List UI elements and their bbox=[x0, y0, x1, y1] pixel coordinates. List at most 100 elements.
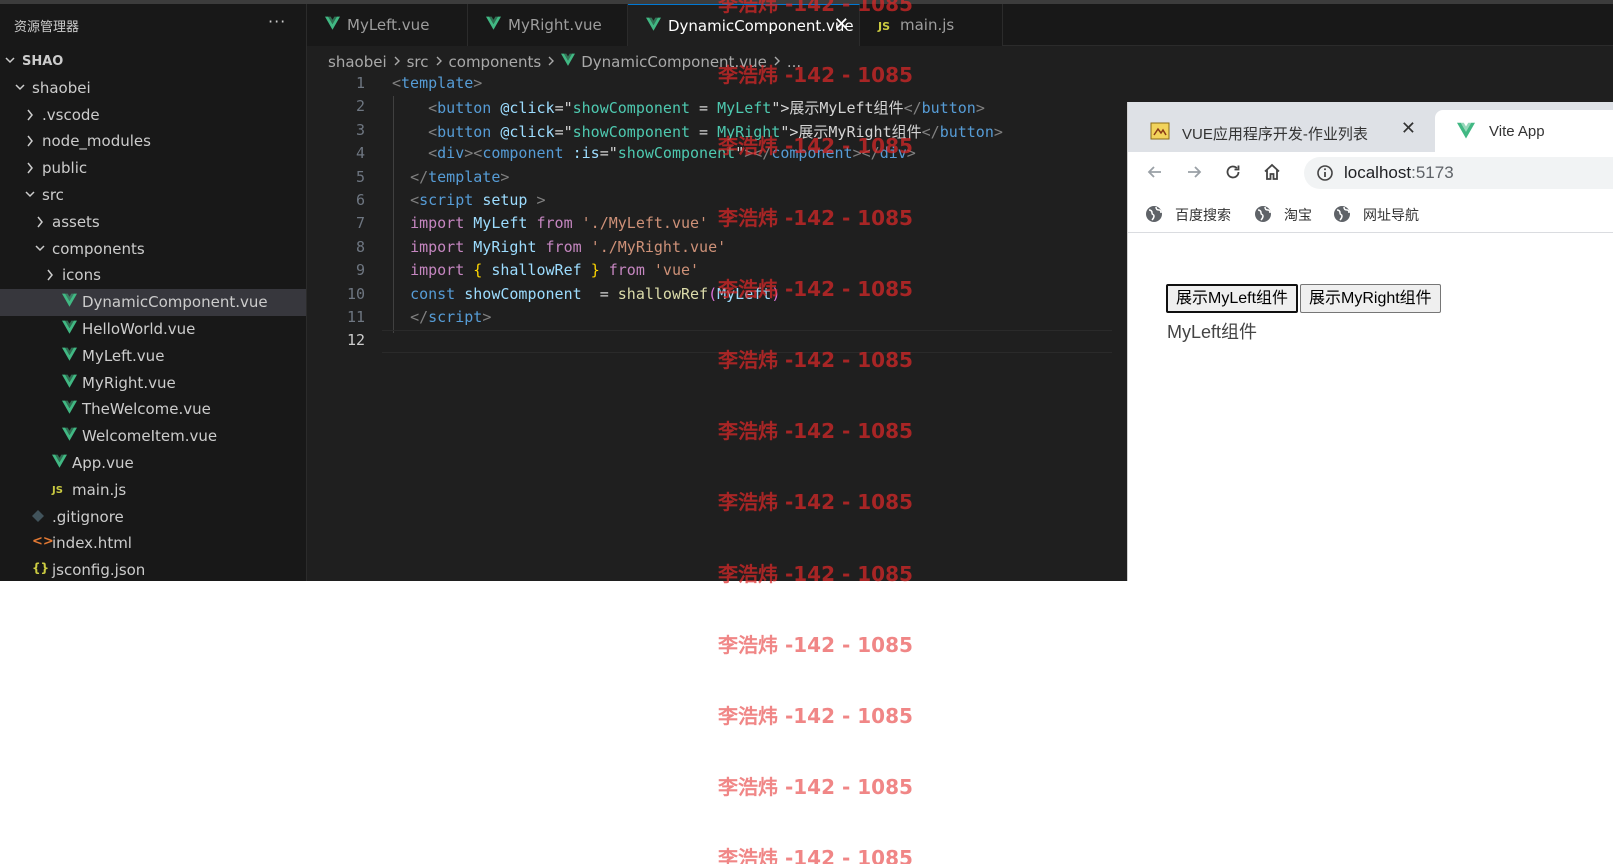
watermark-text: 李浩炜 -142 - 1085 bbox=[718, 490, 913, 515]
tree-item-label: components bbox=[52, 239, 145, 258]
home-icon[interactable] bbox=[1262, 162, 1282, 182]
chevron-down-icon[interactable] bbox=[24, 187, 36, 203]
globe-icon bbox=[1145, 205, 1163, 223]
vue-file-icon bbox=[486, 16, 502, 32]
browser-tab-strip: VUE应用程序开发-作业列表 ✕ Vite App bbox=[1128, 102, 1613, 152]
tree-item-label: main.js bbox=[72, 480, 127, 499]
watermark-text: 李浩炜 -142 - 1085 bbox=[718, 775, 913, 800]
tree-item[interactable]: node_modules bbox=[0, 128, 306, 155]
js-file-icon: JS bbox=[878, 20, 891, 33]
chevron-right-icon bbox=[547, 53, 555, 71]
browser-tab[interactable]: Vite App bbox=[1435, 110, 1613, 152]
tree-item-label: .vscode bbox=[42, 105, 100, 124]
tree-item[interactable]: App.vue bbox=[0, 450, 306, 477]
tree-item[interactable]: MyLeft.vue bbox=[0, 343, 306, 370]
code-text: </script> bbox=[410, 308, 492, 326]
bookmark-item[interactable]: 百度搜索 bbox=[1145, 203, 1255, 225]
watermark-text: 李浩炜 -142 - 1085 bbox=[718, 846, 913, 864]
vue-file-icon bbox=[62, 374, 78, 392]
tree-item[interactable]: .gitignore bbox=[0, 504, 306, 531]
chevron-down-icon[interactable] bbox=[34, 241, 46, 257]
chevron-right-icon[interactable] bbox=[34, 214, 46, 230]
bookmark-item[interactable]: 网址导航 bbox=[1333, 203, 1443, 225]
tree-item[interactable]: JS main.js bbox=[0, 477, 306, 504]
bookmark-label: 网址导航 bbox=[1363, 207, 1419, 223]
editor-tab-label: main.js bbox=[900, 16, 955, 34]
line-number: 6 bbox=[355, 191, 365, 209]
tree-item[interactable]: .vscode bbox=[0, 102, 306, 129]
chevron-right-icon[interactable] bbox=[24, 133, 36, 149]
tree-item[interactable]: icons bbox=[0, 262, 306, 289]
tree-item[interactable]: <> index.html bbox=[0, 530, 306, 557]
tree-item[interactable]: shaobei bbox=[0, 75, 306, 102]
tree-item[interactable]: MyRight.vue bbox=[0, 370, 306, 397]
breadcrumb-item[interactable]: shaobei bbox=[328, 53, 387, 71]
editor-tab-label: DynamicComponent.vue bbox=[668, 17, 854, 35]
browser-window: VUE应用程序开发-作业列表 ✕ Vite App localhost:5173 百… bbox=[1127, 102, 1613, 581]
tree-item[interactable]: TheWelcome.vue bbox=[0, 396, 306, 423]
tree-item[interactable]: SHAO bbox=[0, 48, 306, 75]
vue-file-icon bbox=[325, 16, 341, 32]
vue-file-icon bbox=[62, 347, 78, 365]
html-file-icon: <> bbox=[32, 534, 54, 550]
code-text: import MyLeft from './MyLeft.vue' bbox=[410, 214, 709, 233]
tree-item-label: WelcomeItem.vue bbox=[82, 427, 218, 446]
editor-tab[interactable]: MyLeft.vue bbox=[307, 4, 468, 46]
breadcrumb-item[interactable]: components bbox=[449, 53, 542, 71]
watermark-text: 李浩炜 -142 - 1085 bbox=[718, 561, 913, 586]
line-number: 2 bbox=[355, 97, 365, 116]
vue-file-icon bbox=[646, 17, 662, 33]
git-file-icon bbox=[32, 508, 48, 526]
tree-item[interactable]: DynamicComponent.vue bbox=[0, 289, 306, 317]
vue-logo-icon bbox=[1457, 122, 1477, 140]
site-info-icon[interactable] bbox=[1316, 164, 1334, 182]
vue-file-icon bbox=[62, 400, 78, 418]
vue-file-icon bbox=[62, 320, 78, 338]
reload-icon[interactable] bbox=[1223, 162, 1243, 182]
tree-item-label: SHAO bbox=[22, 54, 64, 69]
tree-item-label: DynamicComponent.vue bbox=[82, 293, 268, 312]
tree-item[interactable]: HelloWorld.vue bbox=[0, 316, 306, 343]
tree-item[interactable]: components bbox=[0, 236, 306, 263]
watermark-text: 李浩炜 -142 - 1085 bbox=[718, 63, 913, 88]
watermark-text: 李浩炜 -142 - 1085 bbox=[718, 419, 913, 444]
forward-icon[interactable] bbox=[1184, 162, 1204, 182]
browser-tab-label: VUE应用程序开发-作业列表 bbox=[1182, 126, 1368, 143]
page-content: 展示MyLeft组件 展示MyRight组件 MyLeft组件 bbox=[1128, 234, 1613, 581]
chevron-right-icon bbox=[393, 53, 401, 71]
line-number: 1 bbox=[355, 74, 365, 92]
tree-item[interactable]: WelcomeItem.vue bbox=[0, 423, 306, 450]
code-text: import { shallowRef } from 'vue' bbox=[410, 261, 700, 280]
address-port: :5173 bbox=[1411, 163, 1454, 182]
line-number: 7 bbox=[355, 214, 365, 233]
chevron-right-icon[interactable] bbox=[24, 160, 36, 176]
chevron-down-icon[interactable] bbox=[14, 80, 26, 96]
bookmark-label: 淘宝 bbox=[1284, 207, 1312, 223]
editor-tab[interactable]: MyRight.vue bbox=[468, 4, 628, 46]
tree-item-label: shaobei bbox=[32, 78, 91, 97]
tree-item[interactable]: src bbox=[0, 182, 306, 209]
tree-item-label: App.vue bbox=[72, 454, 134, 472]
tree-item[interactable]: public bbox=[0, 155, 306, 182]
code-text: <button @click="showComponent = MyLeft">… bbox=[428, 99, 985, 118]
line-number: 9 bbox=[355, 261, 365, 280]
address-text[interactable]: localhost:5173 bbox=[1344, 163, 1454, 183]
address-bar[interactable]: localhost:5173 bbox=[1304, 157, 1613, 189]
show-myleft-button[interactable]: 展示MyLeft组件 bbox=[1166, 284, 1299, 313]
explorer-title: 资源管理器 bbox=[14, 20, 80, 35]
breadcrumb-item[interactable]: src bbox=[407, 53, 429, 71]
show-myright-button[interactable]: 展示MyRight组件 bbox=[1300, 284, 1441, 313]
close-icon[interactable]: ✕ bbox=[834, 14, 849, 35]
tree-item[interactable]: assets bbox=[0, 209, 306, 236]
back-icon[interactable] bbox=[1145, 162, 1165, 182]
close-icon[interactable]: ✕ bbox=[1401, 118, 1416, 139]
browser-tab[interactable]: VUE应用程序开发-作业列表 ✕ bbox=[1128, 110, 1428, 152]
tree-item[interactable]: {} jsconfig.json bbox=[0, 557, 306, 581]
code-text: <template> bbox=[392, 74, 483, 92]
more-actions-icon[interactable]: ··· bbox=[268, 12, 286, 31]
line-number: 12 bbox=[346, 331, 365, 350]
chevron-down-icon[interactable] bbox=[4, 53, 16, 69]
chevron-right-icon[interactable] bbox=[24, 107, 36, 123]
chevron-right-icon[interactable] bbox=[44, 267, 56, 283]
address-host: localhost bbox=[1344, 163, 1412, 182]
